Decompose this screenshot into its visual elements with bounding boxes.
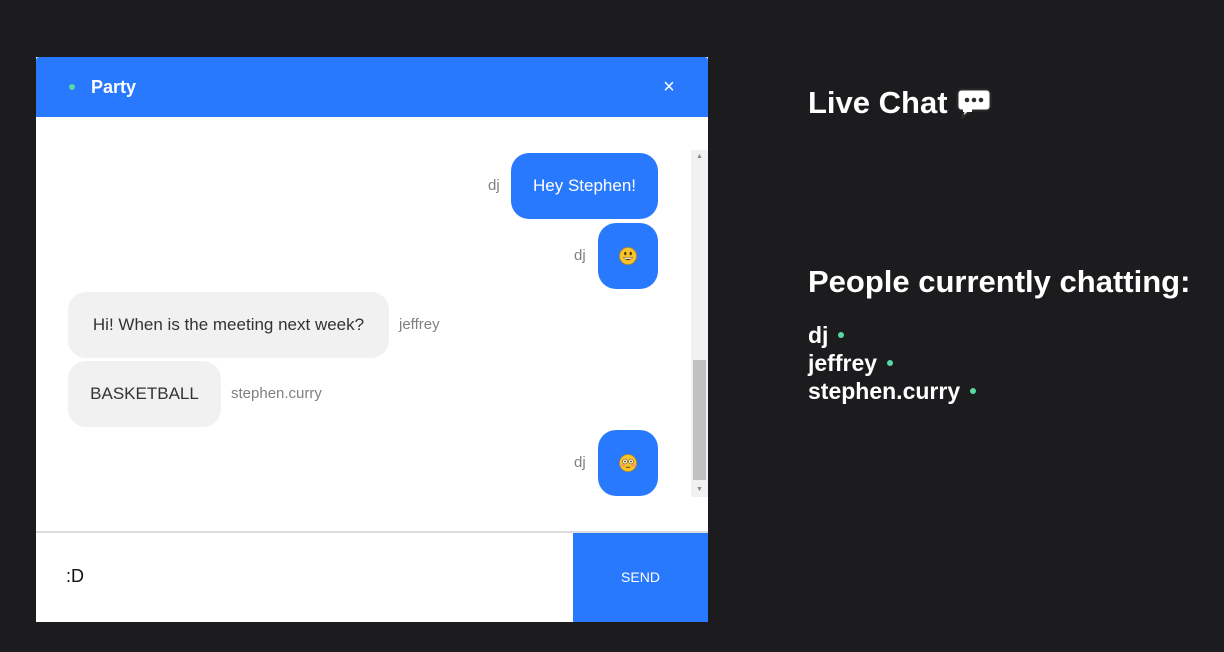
- message-sender: dj: [488, 177, 500, 194]
- online-status-dot: [69, 84, 75, 90]
- scroll-up-arrow-icon[interactable]: ▲: [691, 150, 708, 164]
- scrollbar-thumb[interactable]: [693, 360, 706, 480]
- people-list: dj jeffrey stephen.curry: [808, 321, 977, 405]
- room-name: Party: [91, 77, 137, 97]
- message-list[interactable]: dj Hey Stephen! dj Hi! When is the meeti…: [36, 117, 708, 529]
- send-button[interactable]: SEND: [573, 533, 708, 622]
- message-row: dj: [36, 430, 708, 496]
- person-item: dj: [808, 321, 976, 349]
- message-bubble: Hey Stephen!: [511, 153, 658, 219]
- message-sender: jeffrey: [399, 316, 440, 333]
- message-row: Hi! When is the meeting next week? jeffr…: [36, 292, 708, 358]
- message-input[interactable]: [66, 563, 546, 589]
- message-sender: dj: [574, 247, 586, 264]
- person-name: jeffrey: [808, 350, 878, 376]
- message-row: dj Hey Stephen!: [36, 153, 708, 219]
- online-status-dot: [838, 331, 845, 338]
- message-row: dj: [36, 223, 708, 289]
- people-chatting-title: People currently chatting:: [808, 264, 1191, 299]
- person-name: stephen.curry: [808, 378, 961, 404]
- person-item: jeffrey: [808, 349, 976, 377]
- grinning-face-emoji: [619, 247, 637, 265]
- chat-header: Party ×: [36, 57, 708, 117]
- message-bubble: BASKETBALL: [68, 361, 221, 427]
- message-sender: stephen.curry: [231, 385, 322, 402]
- scroll-down-arrow-icon[interactable]: ▼: [691, 483, 708, 497]
- person-item: stephen.curry: [808, 377, 977, 405]
- message-bubble: Hi! When is the meeting next week?: [68, 292, 389, 358]
- message-row: BASKETBALL stephen.curry: [36, 361, 708, 427]
- message-bubble: [598, 223, 658, 289]
- message-bubble: [598, 430, 658, 496]
- online-status-dot: [970, 387, 977, 394]
- chat-window: Party × dj Hey Stephen! dj Hi! When is t…: [36, 57, 708, 622]
- online-status-dot: [887, 359, 894, 366]
- live-chat-title: Live Chat: [808, 85, 948, 120]
- message-composer: [36, 533, 573, 622]
- close-chat-button[interactable]: ×: [658, 75, 680, 99]
- speech-balloon-icon: [956, 88, 992, 119]
- flushed-face-emoji: [619, 454, 637, 472]
- person-name: dj: [808, 322, 829, 348]
- message-scrollbar[interactable]: ▲ ▼: [691, 150, 708, 497]
- message-sender: dj: [574, 454, 586, 471]
